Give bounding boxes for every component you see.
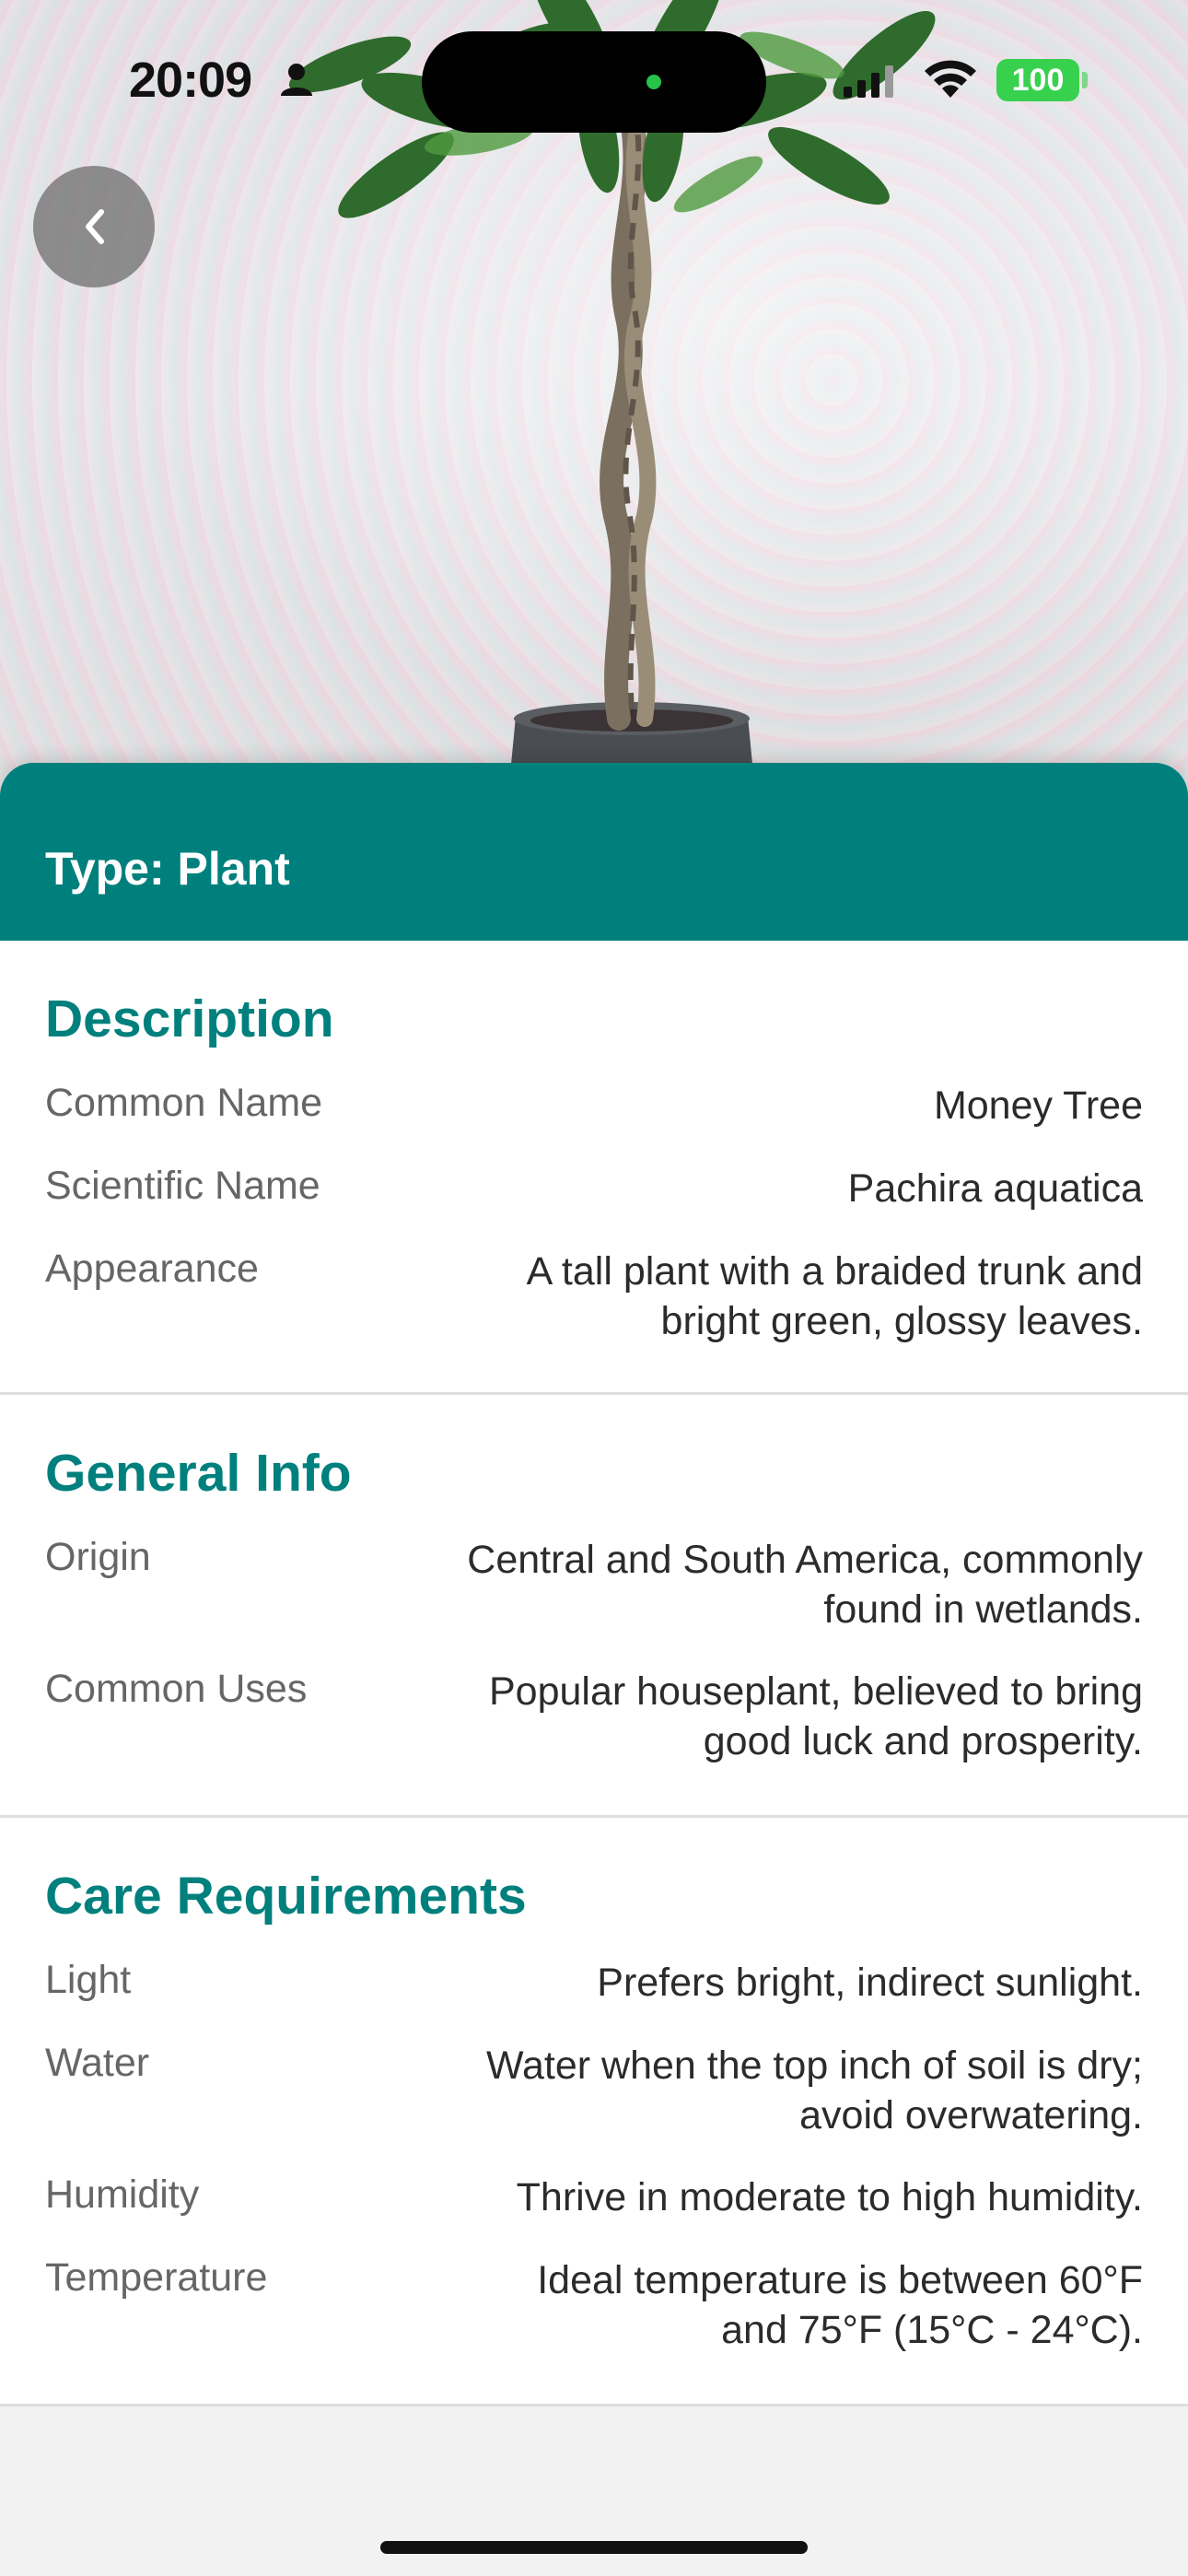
battery-tip bbox=[1082, 72, 1088, 88]
row-value: Popular houseplant, believed to bring go… bbox=[488, 1669, 1143, 1763]
dynamic-island bbox=[422, 31, 766, 133]
row-label: Common Name bbox=[45, 1081, 323, 1125]
details-panel: Description Common Name Money Tree Scien… bbox=[0, 941, 1188, 2406]
row-value: A tall plant with a braided trunk and br… bbox=[526, 1249, 1143, 1343]
section-title: General Info bbox=[45, 1444, 352, 1503]
row-label: Scientific Name bbox=[45, 1164, 320, 1208]
row-label: Appearance bbox=[45, 1247, 259, 1291]
section-title: Care Requirements bbox=[45, 1867, 527, 1926]
camera-indicator-dot bbox=[646, 75, 661, 89]
chevron-left-icon bbox=[86, 209, 104, 244]
row-label: Water bbox=[45, 2041, 150, 2085]
home-indicator[interactable] bbox=[380, 2541, 808, 2554]
person-icon bbox=[281, 64, 312, 96]
status-time: 20:09 bbox=[129, 53, 252, 108]
section-title: Description bbox=[45, 989, 334, 1048]
type-banner: Type: Plant bbox=[0, 763, 1188, 941]
section-description: Description Common Name Money Tree Scien… bbox=[0, 941, 1188, 1395]
row-label: Common Uses bbox=[45, 1667, 308, 1711]
type-label: Type: Plant bbox=[45, 843, 290, 895]
row-label: Humidity bbox=[45, 2172, 200, 2217]
back-button[interactable] bbox=[33, 166, 155, 287]
row-label: Light bbox=[45, 1958, 132, 2002]
row-label: Origin bbox=[45, 1535, 151, 1579]
row-label: Temperature bbox=[45, 2255, 268, 2300]
section-care-requirements: Care Requirements Light Prefers bright, … bbox=[0, 1818, 1188, 2406]
battery-icon: 100 bbox=[996, 59, 1079, 101]
row-value: Central and South America, commonly foun… bbox=[467, 1538, 1143, 1632]
cellular-signal-icon bbox=[844, 65, 893, 98]
section-general-info: General Info Origin Central and South Am… bbox=[0, 1395, 1188, 1818]
row-value: Water when the top inch of soil is dry; … bbox=[485, 2043, 1143, 2137]
wifi-icon bbox=[925, 60, 976, 98]
row-value: Thrive in moderate to high humidity. bbox=[516, 2175, 1143, 2219]
row-value: Prefers bright, indirect sunlight. bbox=[597, 1961, 1143, 2005]
row-value: Money Tree bbox=[933, 1083, 1143, 1128]
row-value: Ideal temperature is between 60°F and 75… bbox=[537, 2258, 1143, 2352]
row-value: Pachira aquatica bbox=[847, 1166, 1143, 1211]
